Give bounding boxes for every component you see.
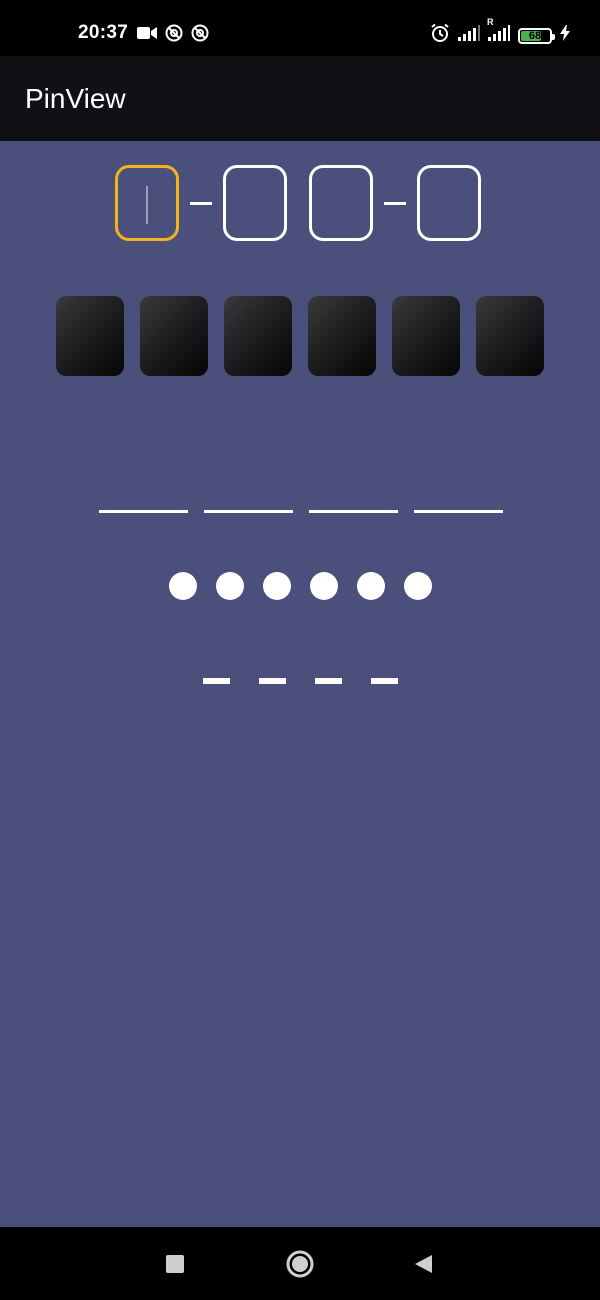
pin-dash-field-3[interactable] xyxy=(315,678,342,684)
pin-dot-6[interactable] xyxy=(404,572,432,600)
battery-level: 68 xyxy=(528,29,542,42)
pin-dark-box-1[interactable] xyxy=(56,296,124,376)
pin-dot-1[interactable] xyxy=(169,572,197,600)
app-bar: PinView xyxy=(0,56,600,141)
back-button[interactable] xyxy=(408,1249,438,1279)
pin-dark-box-6[interactable] xyxy=(476,296,544,376)
pin-dot-2[interactable] xyxy=(216,572,244,600)
pin-underline-field-4[interactable] xyxy=(414,510,503,513)
pin-input-box-1[interactable] xyxy=(115,165,179,241)
alarm-icon xyxy=(430,23,450,48)
no-data-icon xyxy=(165,24,183,47)
pin-dot-5[interactable] xyxy=(357,572,385,600)
pin-underline-field-1[interactable] xyxy=(99,510,188,513)
signal-icon xyxy=(458,25,480,46)
battery-tip xyxy=(552,33,555,40)
pin-dark-box-2[interactable] xyxy=(140,296,208,376)
status-time: 20:37 xyxy=(78,22,129,43)
pin-dash-field-2[interactable] xyxy=(259,678,286,684)
back-triangle-icon xyxy=(415,1255,432,1273)
charging-bolt-icon xyxy=(560,25,570,46)
status-bar: 20:37 R 68 xyxy=(0,0,600,56)
navigation-bar xyxy=(0,1227,600,1300)
page-title: PinView xyxy=(25,83,126,114)
pin-dash-field-1[interactable] xyxy=(203,678,230,684)
pin-dash-field-4[interactable] xyxy=(371,678,398,684)
pin-dot-3[interactable] xyxy=(263,572,291,600)
pin-input-box-4[interactable] xyxy=(417,165,481,241)
pin-underline-field-3[interactable] xyxy=(309,510,398,513)
pin-dark-box-3[interactable] xyxy=(224,296,292,376)
square-icon xyxy=(166,1255,184,1273)
no-data-icon xyxy=(191,24,209,47)
home-button[interactable] xyxy=(285,1249,315,1279)
signal-roaming-label: R xyxy=(487,17,494,27)
pin-underline-field-2[interactable] xyxy=(204,510,293,513)
status-right-icons: R 68 xyxy=(430,17,570,48)
text-cursor xyxy=(146,186,148,224)
pin-dark-box-5[interactable] xyxy=(392,296,460,376)
pin-view-short-dashes xyxy=(203,678,398,684)
pin-separator-dash xyxy=(384,201,406,205)
pin-dark-box-4[interactable] xyxy=(308,296,376,376)
pin-view-underline xyxy=(99,510,503,513)
signal-roaming-icon: R xyxy=(487,17,510,46)
pin-separator-dash xyxy=(190,201,212,205)
status-left-icons xyxy=(137,24,209,47)
recents-button[interactable] xyxy=(160,1249,190,1279)
app-screen: 20:37 R 68 PinView xyxy=(0,0,600,1300)
pin-view-outlined xyxy=(115,165,481,241)
pin-view-dots xyxy=(169,572,432,600)
video-camera-icon xyxy=(137,26,157,45)
pin-input-box-2[interactable] xyxy=(223,165,287,241)
circle-icon xyxy=(286,1250,314,1278)
pin-dot-4[interactable] xyxy=(310,572,338,600)
pin-input-box-3[interactable] xyxy=(309,165,373,241)
pin-view-dark-boxes xyxy=(56,296,544,376)
battery-icon: 68 xyxy=(518,27,555,44)
